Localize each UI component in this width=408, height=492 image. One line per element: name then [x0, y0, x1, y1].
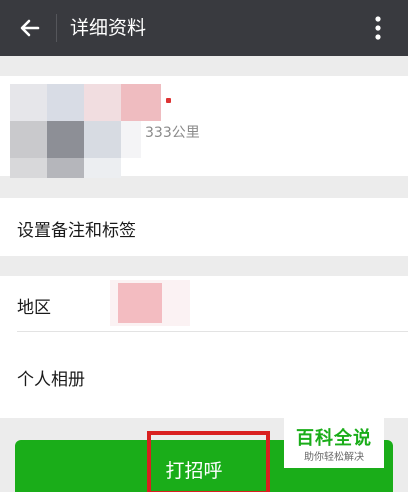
top-bar: 详细资料 — [0, 0, 408, 56]
avatar-mosaic-tile — [121, 84, 161, 121]
watermark-logo: 百科全说 助你轻松解决 — [284, 418, 384, 468]
avatar[interactable] — [10, 76, 161, 180]
more-button[interactable] — [358, 6, 398, 50]
page-title: 详细资料 — [70, 17, 147, 39]
set-remark-tags-label: 设置备注和标签 — [17, 221, 136, 241]
avatar-mosaic-tile — [47, 158, 84, 178]
avatar-mosaic-tile — [84, 158, 121, 178]
avatar-mosaic-tile — [10, 158, 47, 178]
personal-album-label: 个人相册 — [17, 370, 85, 390]
avatar-mosaic-tile — [10, 121, 47, 158]
title-divider — [56, 14, 57, 42]
arrow-left-icon — [20, 19, 40, 37]
avatar-mosaic-tile — [47, 121, 84, 158]
avatar-mosaic-tile — [84, 121, 121, 158]
region-row: 地区 — [0, 276, 408, 332]
personal-album-row[interactable]: 个人相册 — [0, 332, 408, 418]
distance-text: 333公里 — [145, 125, 200, 141]
avatar-mosaic-tile — [47, 84, 84, 121]
profile-card: 333公里 — [0, 76, 408, 178]
more-vertical-icon — [375, 16, 381, 40]
back-button[interactable] — [8, 6, 52, 50]
region-label: 地区 — [17, 298, 51, 318]
avatar-mosaic-tile — [84, 84, 121, 121]
name-mark — [166, 98, 171, 103]
region-value-blurred — [110, 280, 190, 326]
avatar-mosaic-tile — [121, 121, 141, 158]
avatar-mosaic-tile — [10, 84, 47, 121]
watermark-title: 百科全说 — [296, 428, 372, 449]
set-remark-tags-row[interactable]: 设置备注和标签 — [0, 198, 408, 256]
watermark-subtitle: 助你轻松解决 — [304, 452, 364, 463]
